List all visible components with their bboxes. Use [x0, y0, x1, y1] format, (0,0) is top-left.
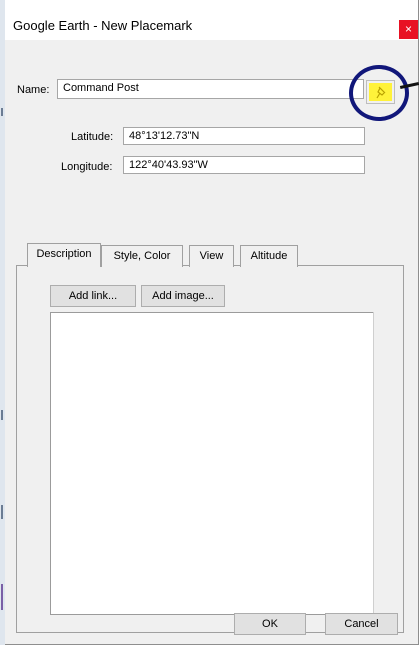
tab-description[interactable]: Description: [27, 243, 101, 267]
add-image-button[interactable]: Add image...: [141, 285, 225, 307]
dialog-title: Google Earth - New Placemark: [13, 18, 193, 33]
title-bar[interactable]: Google Earth - New Placemark ×: [5, 0, 418, 40]
name-label: Name:: [17, 84, 50, 96]
latitude-label: Latitude:: [71, 131, 114, 143]
name-field[interactable]: Command Post: [57, 79, 364, 99]
tab-altitude[interactable]: Altitude: [240, 245, 298, 267]
annotation-circle: [349, 65, 409, 121]
close-icon: ×: [404, 22, 412, 36]
add-link-button[interactable]: Add link...: [50, 285, 136, 307]
textarea-edge: [373, 312, 374, 615]
cancel-button[interactable]: Cancel: [325, 613, 398, 635]
edge-mark: [1, 410, 3, 420]
close-button[interactable]: ×: [399, 20, 418, 39]
edge-mark: [1, 505, 3, 519]
latitude-field[interactable]: 48°13'12.73"N: [123, 127, 365, 145]
edge-mark: [1, 584, 3, 610]
longitude-field[interactable]: 122°40'43.93"W: [123, 156, 365, 174]
tab-view[interactable]: View: [189, 245, 234, 267]
edge-mark: [1, 108, 3, 116]
ok-button[interactable]: OK: [234, 613, 306, 635]
description-textarea[interactable]: [50, 312, 374, 615]
longitude-label: Longitude:: [61, 161, 113, 173]
tab-style-color[interactable]: Style, Color: [101, 245, 183, 267]
